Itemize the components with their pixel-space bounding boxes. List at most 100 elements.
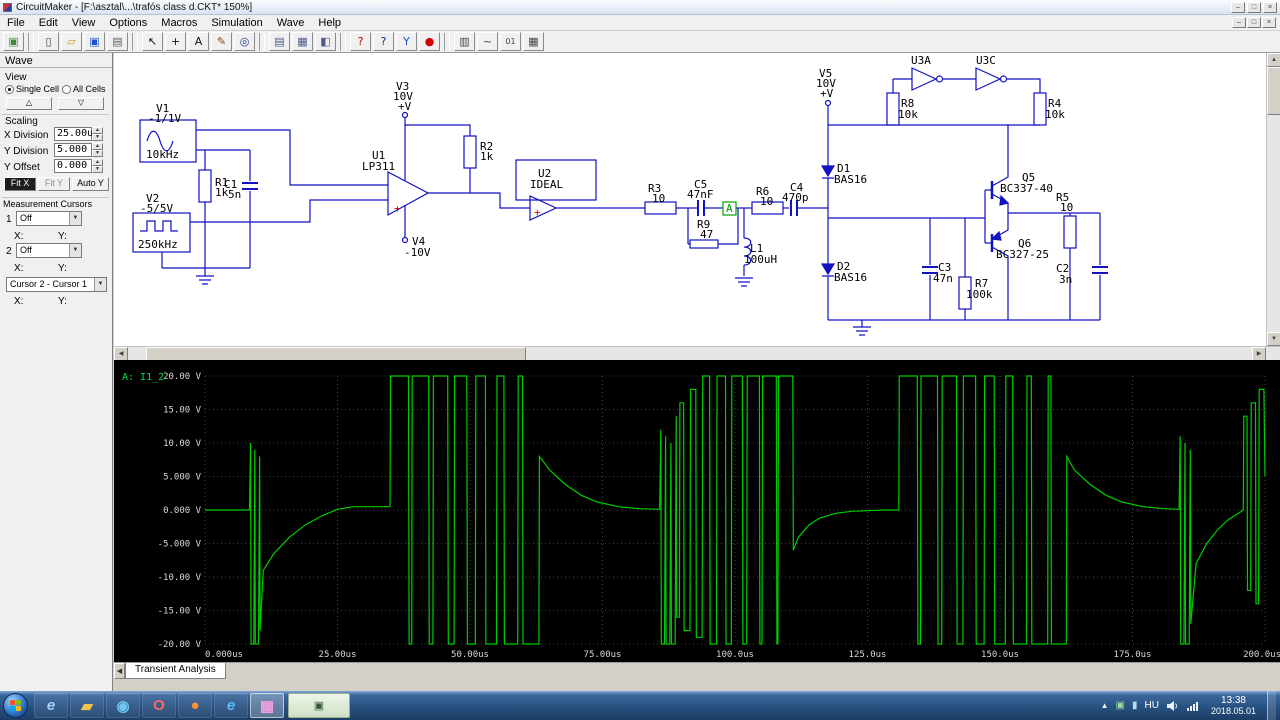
browser-icon[interactable]: e: [214, 693, 248, 718]
quick-help-button[interactable]: ?: [350, 32, 371, 51]
schematic-area[interactable]: V1 -1/1V 10kHz V2 -5/5V 250kHz R1 1k C1 5n U1 LP311…: [114, 53, 1280, 346]
menu-simulation[interactable]: Simulation: [204, 16, 269, 30]
radio-all-cells[interactable]: All Cells: [62, 84, 106, 94]
close-button[interactable]: ×: [1263, 1, 1277, 13]
y-offset-spinner[interactable]: ▲ ▼: [92, 159, 103, 173]
board-button[interactable]: ▣: [3, 32, 24, 51]
firefox-icon[interactable]: ●: [178, 693, 212, 718]
sheet-button[interactable]: ▤: [269, 32, 290, 51]
cell-prev-button[interactable]: △: [6, 97, 52, 110]
internet-explorer-icon[interactable]: e: [34, 693, 68, 718]
start-button[interactable]: [3, 693, 28, 718]
scroll-right-button[interactable]: ▶: [1252, 347, 1266, 361]
edit-tool[interactable]: ✎: [211, 32, 232, 51]
circuitmaker-icon[interactable]: ▦: [250, 693, 284, 718]
volume-icon[interactable]: [1166, 700, 1179, 712]
mdi-restore-button[interactable]: □: [1247, 17, 1261, 28]
cell-next-button[interactable]: ▽: [58, 97, 104, 110]
minimize-button[interactable]: –: [1231, 1, 1245, 13]
u3c-inverter[interactable]: [975, 67, 1002, 91]
chevron-down-icon[interactable]: ▼: [94, 278, 106, 291]
text-tool[interactable]: A: [188, 32, 209, 51]
menu-help[interactable]: Help: [311, 16, 348, 30]
grid-button[interactable]: ▦: [523, 32, 544, 51]
ground-symbol[interactable]: [735, 265, 753, 287]
save-button[interactable]: ▣: [84, 32, 105, 51]
menu-wave[interactable]: Wave: [270, 16, 312, 30]
scroll-left-button[interactable]: ◀: [114, 347, 128, 361]
show-hidden-icons-button[interactable]: ▲: [1101, 701, 1109, 710]
r9-resistor[interactable]: [689, 239, 719, 249]
r2-resistor[interactable]: [463, 135, 477, 169]
tab-transient-analysis[interactable]: Transient Analysis: [125, 663, 226, 679]
media-player-icon[interactable]: ◉: [106, 693, 140, 718]
c5-capacitor[interactable]: [697, 200, 705, 216]
cursor-diff-select[interactable]: Cursor 2 - Cursor 1 ▼: [6, 277, 107, 292]
digital-button[interactable]: 01: [500, 32, 521, 51]
waveform-button[interactable]: ~: [477, 32, 498, 51]
menu-options[interactable]: Options: [102, 16, 154, 30]
tab-scroll-left-button[interactable]: ◀: [114, 663, 125, 679]
waveform-plot[interactable]: 20.00 V 15.00 V 10.00 V 5.000 V 0.000 V -5.00…: [114, 360, 1280, 662]
ground-symbol[interactable]: [853, 320, 871, 336]
schematic-vertical-scrollbar[interactable]: ▲ ▼: [1266, 53, 1280, 346]
y-division-spinner[interactable]: ▲ ▼: [92, 143, 103, 157]
menu-macros[interactable]: Macros: [154, 16, 204, 30]
r1-resistor[interactable]: [198, 169, 212, 203]
cursor1-select[interactable]: Off ▼: [16, 211, 82, 226]
r5-resistor[interactable]: [1063, 215, 1077, 249]
show-desktop-button[interactable]: [1267, 691, 1276, 720]
menu-edit[interactable]: Edit: [32, 16, 65, 30]
clock[interactable]: 13:38 2018.05.01: [1207, 695, 1260, 717]
help-button[interactable]: ?: [373, 32, 394, 51]
auto-y-button[interactable]: Auto Y: [72, 177, 109, 191]
d2-diode[interactable]: [820, 263, 836, 276]
wire-tool[interactable]: +: [165, 32, 186, 51]
ground-symbol[interactable]: [196, 268, 214, 285]
mdi-close-button[interactable]: ×: [1262, 17, 1276, 28]
restore-button[interactable]: □: [1247, 1, 1261, 13]
c2-capacitor[interactable]: [1092, 266, 1108, 274]
menu-view[interactable]: View: [65, 16, 103, 30]
open-file-button[interactable]: ▱: [61, 32, 82, 51]
d1-diode[interactable]: [820, 165, 836, 178]
open-window-button[interactable]: ▣: [288, 693, 350, 718]
y-offset-input[interactable]: 0.000: [54, 159, 92, 173]
waveform-viewer[interactable]: A: I1_2 20.00 V 15.00 V 10.00 V 5.000 V 0.00…: [114, 360, 1280, 662]
stop-button[interactable]: ●: [419, 32, 440, 51]
chevron-down-icon[interactable]: ▼: [69, 212, 81, 225]
probe-tool[interactable]: Y: [396, 32, 417, 51]
c1-capacitor[interactable]: [242, 182, 258, 190]
x-division-spinner[interactable]: ▲ ▼: [92, 127, 103, 141]
chip-button[interactable]: ▥: [454, 32, 475, 51]
zoom-tool[interactable]: ◎: [234, 32, 255, 51]
chevron-down-icon[interactable]: ▼: [69, 244, 81, 257]
v5-node[interactable]: [824, 99, 832, 107]
scrollbar-thumb[interactable]: [146, 347, 526, 361]
tray-app-icon[interactable]: ▮: [1132, 700, 1138, 711]
multi-sheet-button[interactable]: ▦: [292, 32, 313, 51]
new-file-button[interactable]: ▯: [38, 32, 59, 51]
fit-x-button[interactable]: Fit X: [4, 177, 36, 191]
schematic-horizontal-scrollbar[interactable]: ◀ ▶: [114, 346, 1280, 361]
tray-app-icon[interactable]: ▣: [1116, 700, 1125, 711]
radio-single-cell[interactable]: Single Cell: [5, 84, 59, 94]
v3-node[interactable]: [401, 111, 409, 119]
u3a-inverter[interactable]: [911, 67, 938, 91]
explorer-folder-icon[interactable]: ▰: [70, 693, 104, 718]
x-division-input[interactable]: 25.00u: [54, 127, 93, 141]
split-view-button[interactable]: ◧: [315, 32, 336, 51]
menu-file[interactable]: File: [0, 16, 32, 30]
opera-icon[interactable]: O: [142, 693, 176, 718]
print-button[interactable]: ▤: [107, 32, 128, 51]
schematic-canvas[interactable]: V1-1/1V10kHzV2-5/5V250kHzR11kC15nU1LP311…: [114, 53, 1266, 346]
schematic-wires[interactable]: [132, 67, 1108, 336]
cursor2-select[interactable]: Off ▼: [16, 243, 82, 258]
y-division-input[interactable]: 5.000: [54, 143, 92, 157]
scroll-up-button[interactable]: ▲: [1267, 53, 1280, 67]
v4-node[interactable]: [401, 236, 409, 244]
mdi-minimize-button[interactable]: –: [1232, 17, 1246, 28]
scrollbar-thumb[interactable]: [1267, 67, 1280, 115]
language-indicator[interactable]: HU: [1145, 700, 1159, 711]
select-tool[interactable]: ↖: [142, 32, 163, 51]
